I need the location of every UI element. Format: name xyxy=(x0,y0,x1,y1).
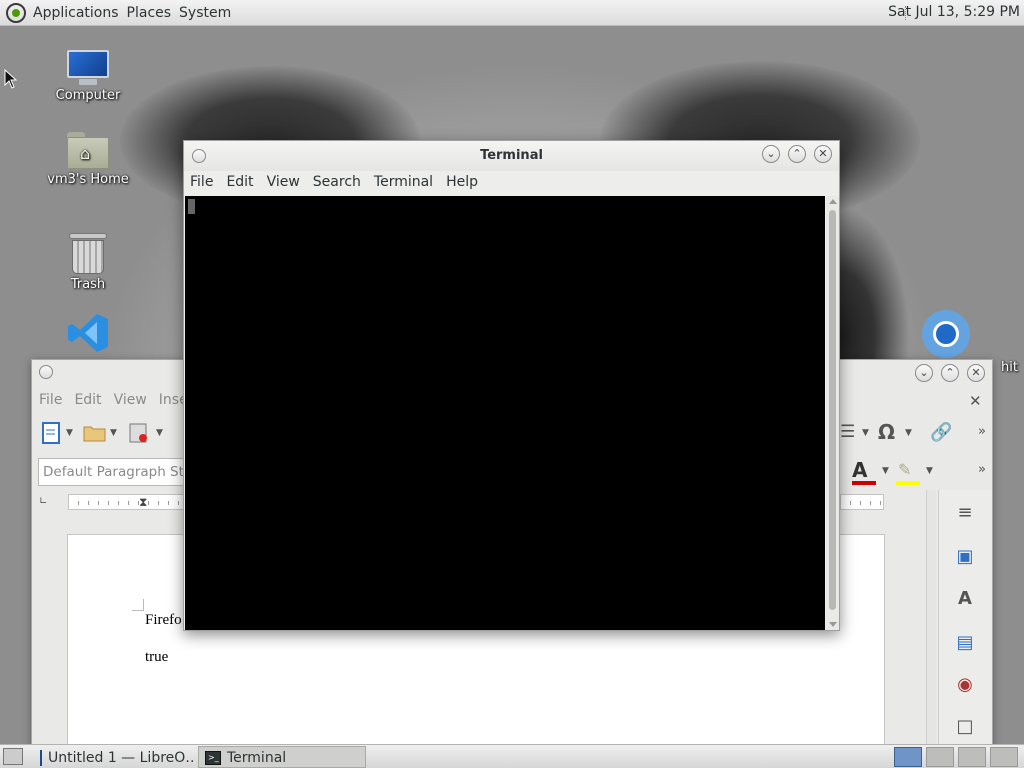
hyperlink-icon[interactable]: 🔗 xyxy=(930,422,952,443)
save-icon[interactable] xyxy=(128,422,150,448)
page-icon[interactable]: □ xyxy=(954,716,976,738)
menu-edit[interactable]: Edit xyxy=(226,174,253,190)
sidebar-deck: ≡ ▣ A ▤ ◉ □ xyxy=(938,490,992,745)
chevron-down-icon[interactable]: ▼ xyxy=(882,466,889,476)
document-line[interactable]: true xyxy=(145,649,168,666)
mouse-pointer-icon xyxy=(4,69,18,89)
distro-logo-icon xyxy=(6,2,26,23)
window-menu-button[interactable] xyxy=(192,149,206,163)
menu-file[interactable]: File xyxy=(39,392,62,408)
writer-menubar: File Edit View Insert xyxy=(39,392,199,408)
bottom-taskbar: Untitled 1 — LibreO… >_ Terminal xyxy=(0,744,1024,768)
tab-stop-icon[interactable]: ∟ xyxy=(39,496,47,507)
scroll-down-icon[interactable] xyxy=(829,622,837,627)
vertical-scrollbar[interactable] xyxy=(926,490,936,745)
desktop-icon-home[interactable]: ⌂ vm3's Home xyxy=(38,132,138,187)
desktop-icon-label: Computer xyxy=(55,88,121,103)
chevron-down-icon[interactable]: ▼ xyxy=(156,428,163,438)
insert-field-icon[interactable]: ☰ xyxy=(840,422,855,442)
font-color-icon[interactable]: A xyxy=(852,458,867,482)
close-document-icon[interactable]: ✕ xyxy=(969,392,982,410)
close-button[interactable]: ✕ xyxy=(814,145,832,163)
open-folder-icon[interactable] xyxy=(83,423,107,447)
chrome-icon[interactable] xyxy=(922,310,970,358)
minimize-button[interactable]: ⌄ xyxy=(915,364,933,382)
maximize-button[interactable]: ⌃ xyxy=(941,364,959,382)
chevron-down-icon[interactable]: ▼ xyxy=(66,428,73,438)
desktop-icon-label: Trash xyxy=(70,277,106,292)
workspace-2[interactable] xyxy=(926,747,954,767)
desktop-icon-label: vm3's Home xyxy=(47,172,129,187)
text-cursor xyxy=(188,199,195,214)
menu-file[interactable]: File xyxy=(190,174,213,190)
gallery-icon[interactable]: ▤ xyxy=(954,632,976,654)
close-button[interactable]: ✕ xyxy=(967,364,985,382)
more-tools-icon[interactable]: » xyxy=(978,462,986,477)
desktop-icon-vscode[interactable] xyxy=(38,311,138,357)
desktop-icon-computer[interactable]: Computer xyxy=(38,50,138,103)
menu-applications[interactable]: Applications xyxy=(29,5,123,21)
scroll-up-icon[interactable] xyxy=(829,199,837,204)
menu-places[interactable]: Places xyxy=(123,5,176,21)
top-panel: Applications Places System Sat Jul 13, 5… xyxy=(0,0,1024,26)
terminal-titlebar[interactable]: Terminal xyxy=(184,141,839,171)
menu-search[interactable]: Search xyxy=(313,174,361,190)
workspace-4[interactable] xyxy=(990,747,1018,767)
indent-marker[interactable]: ⧗ xyxy=(139,494,149,510)
chevron-down-icon[interactable]: ▼ xyxy=(862,428,869,438)
chevron-down-icon[interactable]: ▼ xyxy=(110,428,117,438)
taskbar-item-label: Untitled 1 — LibreO… xyxy=(48,749,194,766)
properties-icon[interactable]: ▣ xyxy=(954,546,976,568)
window-menu-button[interactable] xyxy=(39,365,53,379)
chevron-down-icon[interactable]: ▼ xyxy=(926,466,933,476)
workspace-3[interactable] xyxy=(958,747,986,767)
more-tools-icon[interactable]: » xyxy=(978,424,986,439)
scrollbar-thumb[interactable] xyxy=(829,210,836,610)
vertical-scrollbar[interactable] xyxy=(826,196,839,630)
desktop-icon-trash[interactable]: Trash xyxy=(38,231,138,292)
terminal-icon: >_ xyxy=(205,750,221,765)
taskbar-item-writer[interactable]: Untitled 1 — LibreO… xyxy=(34,746,194,768)
minimize-button[interactable]: ⌄ xyxy=(762,145,780,163)
libreoffice-writer-icon xyxy=(40,749,42,766)
menu-system[interactable]: System xyxy=(175,5,235,21)
margin-mark xyxy=(132,599,144,611)
home-folder-icon: ⌂ xyxy=(65,132,111,170)
menu-edit[interactable]: Edit xyxy=(74,392,101,408)
maximize-button[interactable]: ⌃ xyxy=(788,145,806,163)
highlight-icon[interactable]: ✎ xyxy=(898,460,911,479)
menu-help[interactable]: Help xyxy=(446,174,478,190)
workspace-1[interactable] xyxy=(894,747,922,767)
trash-icon xyxy=(69,231,107,275)
vscode-icon xyxy=(66,311,110,355)
document-line[interactable]: Firefo xyxy=(145,612,182,629)
menu-view[interactable]: View xyxy=(114,392,147,408)
menu-view[interactable]: View xyxy=(267,174,300,190)
chevron-down-icon[interactable]: ▼ xyxy=(905,428,912,438)
terminal-screen[interactable] xyxy=(185,196,825,630)
font-color-swatch xyxy=(852,481,876,485)
navigator-icon[interactable]: ◉ xyxy=(954,674,976,696)
terminal-window[interactable]: Terminal ⌄ ⌃ ✕ File Edit View Search Ter… xyxy=(183,140,840,631)
special-character-icon[interactable]: Ω xyxy=(878,420,895,444)
taskbar-item-label: Terminal xyxy=(227,749,287,766)
taskbar-item-terminal[interactable]: >_ Terminal xyxy=(198,746,366,768)
horizontal-ruler[interactable] xyxy=(840,494,884,510)
computer-icon xyxy=(65,50,111,86)
paragraph-style-combo[interactable]: Default Paragraph Style xyxy=(38,458,198,486)
clock[interactable]: Sat Jul 13, 5:29 PM xyxy=(888,4,1020,20)
show-desktop-icon[interactable] xyxy=(3,748,23,765)
sidebar-menu-icon[interactable]: ≡ xyxy=(954,502,976,524)
new-document-icon[interactable] xyxy=(41,422,61,448)
window-title: Terminal xyxy=(480,148,543,163)
terminal-menubar: File Edit View Search Terminal Help xyxy=(190,174,478,190)
highlight-swatch xyxy=(896,481,920,485)
styles-icon[interactable]: A xyxy=(954,588,976,610)
menu-terminal[interactable]: Terminal xyxy=(374,174,433,190)
